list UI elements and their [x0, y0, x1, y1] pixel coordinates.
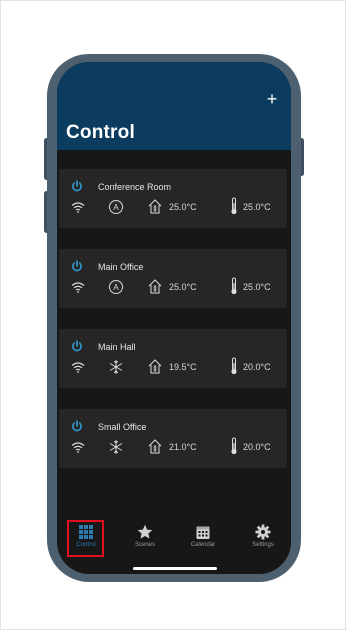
wifi-icon [71, 362, 85, 373]
auto-mode-icon: A [109, 280, 123, 294]
grid-icon [79, 525, 93, 539]
setpoint-temperature: 20.0°C [243, 362, 271, 372]
gear-icon [255, 524, 271, 540]
page-title: Control [66, 122, 135, 143]
thermometer-icon [231, 357, 237, 375]
power-icon[interactable] [71, 260, 83, 272]
tab-scenes[interactable]: Scenes [125, 518, 165, 558]
tab-label: Calendar [190, 542, 216, 548]
room-card-main-hall[interactable]: Main Hall 19.5°C 20.0°C [59, 329, 287, 388]
indoor-temperature: 19.5°C [169, 362, 197, 372]
room-card-small-office[interactable]: Small Office 21.0°C 20.0°C [59, 409, 287, 468]
svg-text:A: A [113, 203, 119, 212]
setpoint-temperature: 25.0°C [243, 282, 271, 292]
app-header: + Control [57, 62, 291, 150]
tab-bar: Control Scenes Calendar Settings [57, 518, 291, 574]
page: + Control Conference Room A 25.0°C 25.0°… [0, 0, 346, 630]
indoor-temperature: 25.0°C [169, 282, 197, 292]
home-indicator [133, 567, 217, 570]
snowflake-icon [109, 360, 123, 374]
home-temperature-icon [148, 439, 162, 454]
indoor-temperature: 25.0°C [169, 202, 197, 212]
indoor-temperature: 21.0°C [169, 442, 197, 452]
svg-text:A: A [113, 283, 119, 292]
room-name: Small Office [98, 422, 147, 432]
calendar-icon [196, 526, 210, 539]
phone-frame: + Control Conference Room A 25.0°C 25.0°… [47, 54, 301, 582]
snowflake-icon [109, 440, 123, 454]
thermometer-icon [231, 197, 237, 215]
wifi-icon [71, 202, 85, 213]
tab-settings[interactable]: Settings [243, 518, 283, 558]
thermometer-icon [231, 277, 237, 295]
power-icon[interactable] [71, 420, 83, 432]
wifi-icon [71, 442, 85, 453]
add-button[interactable]: + [263, 90, 281, 108]
star-icon [137, 524, 153, 539]
power-icon[interactable] [71, 180, 83, 192]
home-temperature-icon [148, 199, 162, 214]
tab-label: Scenes [134, 542, 155, 548]
home-temperature-icon [148, 359, 162, 374]
auto-mode-icon: A [109, 200, 123, 214]
tab-control[interactable]: Control [66, 518, 106, 558]
wifi-icon [71, 282, 85, 293]
setpoint-temperature: 25.0°C [243, 202, 271, 212]
tab-label: Control [76, 542, 96, 548]
home-temperature-icon [148, 279, 162, 294]
thermometer-icon [231, 437, 237, 455]
room-name: Main Office [98, 262, 144, 272]
power-icon[interactable] [71, 340, 83, 352]
room-card-conference-room[interactable]: Conference Room A 25.0°C 25.0°C [59, 169, 287, 228]
room-card-main-office[interactable]: Main Office A 25.0°C 25.0°C [59, 249, 287, 308]
room-name: Main Hall [98, 342, 136, 352]
app-screen: + Control Conference Room A 25.0°C 25.0°… [57, 62, 291, 574]
room-name: Conference Room [98, 182, 172, 192]
tab-label: Settings [252, 542, 274, 548]
tab-calendar[interactable]: Calendar [183, 518, 223, 558]
setpoint-temperature: 20.0°C [243, 442, 271, 452]
